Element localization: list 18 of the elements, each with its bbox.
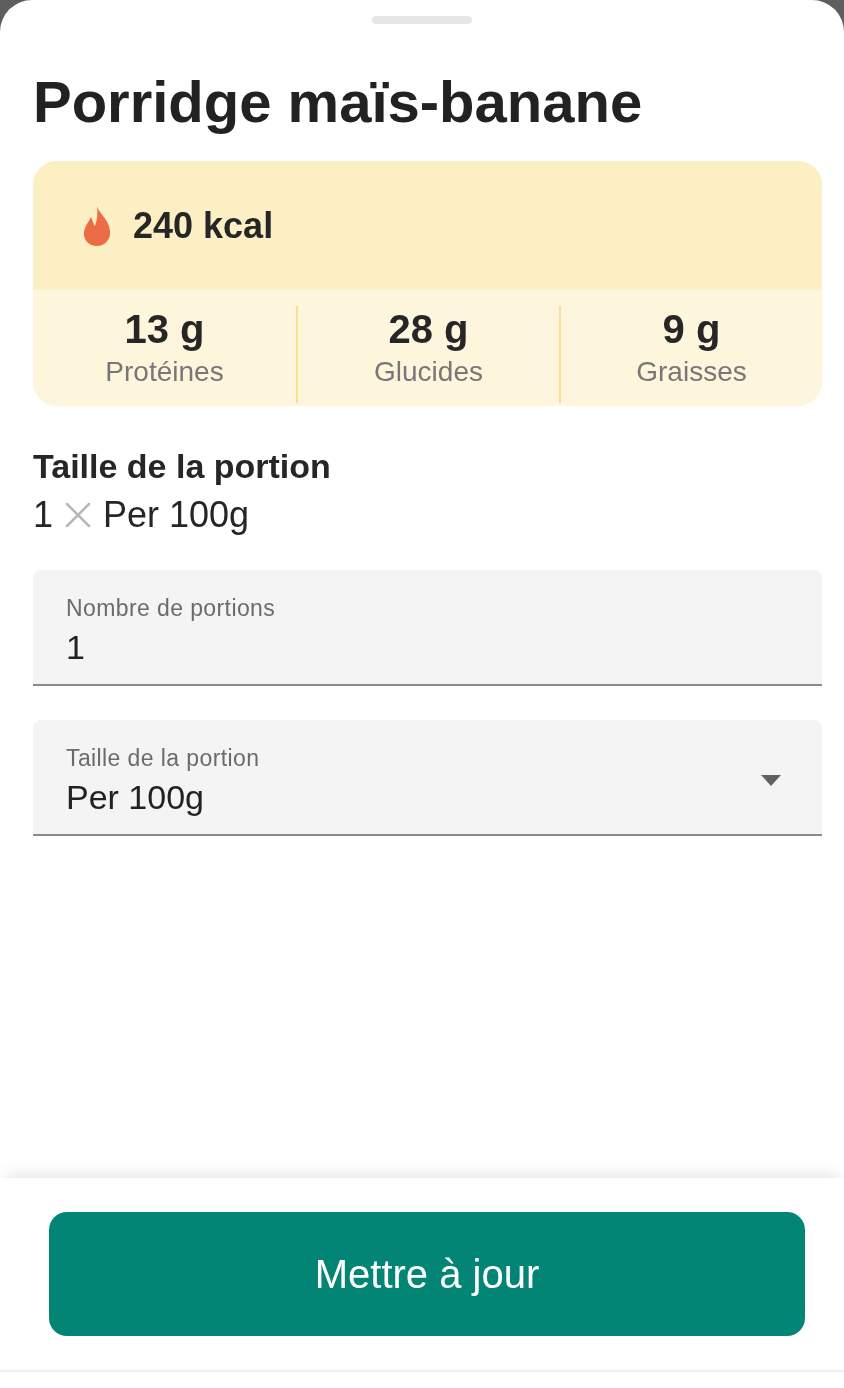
caret-icon (761, 775, 781, 786)
flame-icon (82, 205, 112, 246)
serving-unit: Per 100g (103, 494, 250, 536)
macro-label: Protéines (105, 355, 224, 389)
cross-icon (65, 502, 92, 528)
drag-handle[interactable] (372, 16, 472, 24)
macro-value: 13 g (124, 306, 205, 352)
serving-heading: Taille de la portion (33, 446, 332, 486)
macro-label: Graisses (636, 355, 747, 389)
number-field[interactable]: Nombre de portions 1 (33, 570, 822, 686)
update-button[interactable]: Mettre à jour (49, 1212, 805, 1336)
select-field[interactable]: Taille de la portion Per 100g (33, 720, 822, 836)
macro-label: Glucides (374, 355, 483, 389)
calorie-value: 240 kcal (133, 204, 274, 247)
macro-value: 9 g (662, 306, 721, 352)
serving-quantity: 1 (33, 494, 54, 536)
macro-value: 28 g (388, 306, 469, 352)
sheet-title: Porridge maïs-banane (33, 68, 644, 136)
